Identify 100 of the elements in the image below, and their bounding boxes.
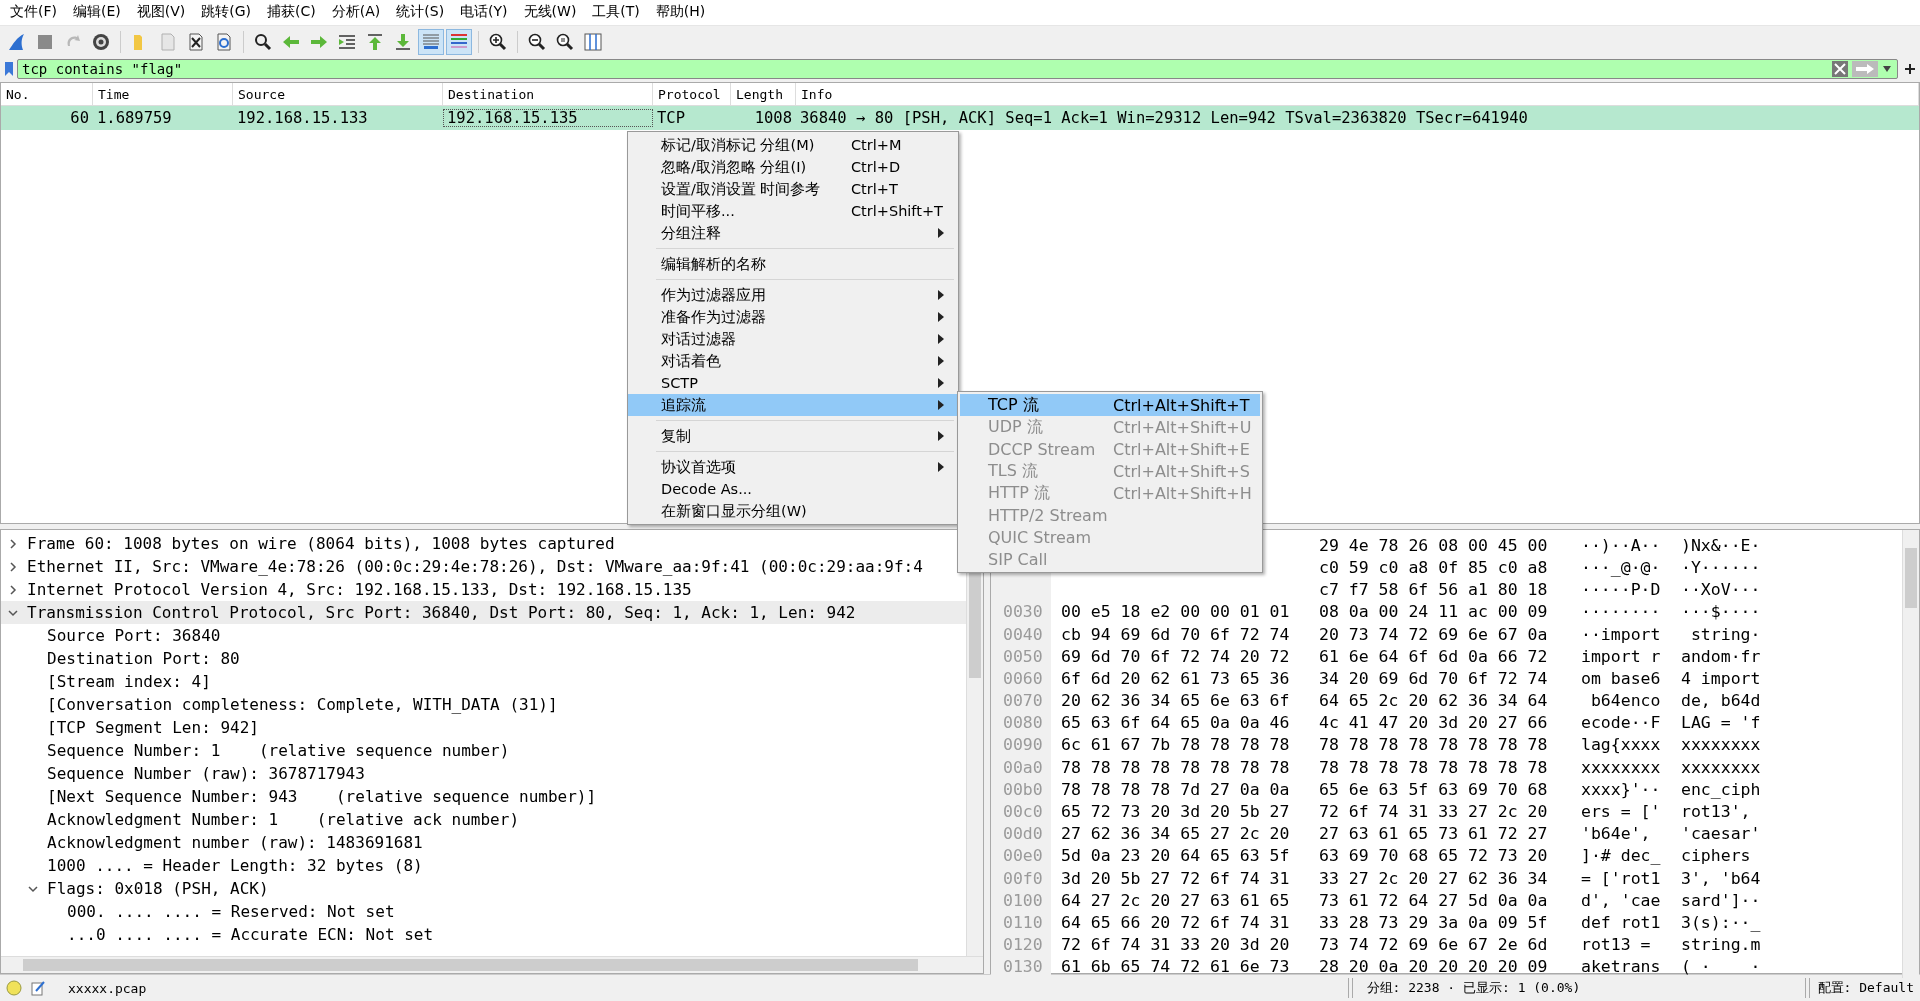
ascii-text: aketrans xyxy=(1581,957,1661,977)
hex-bytes: 65 72 73 20 3d 20 5b 27 xyxy=(1061,802,1290,822)
tree-item[interactable]: Frame 60: 1008 bytes on wire (8064 bits), 1008 bytes captured xyxy=(27,534,615,554)
tree-item[interactable]: [Conversation completeness: Complete, WITH_DATA (31)] xyxy=(47,695,558,715)
table-cell-text: 60 xyxy=(69,109,90,128)
packet-count: 分组: 2238 · 已显示: 1 (0.0%) xyxy=(1365,979,1582,998)
hex-bytes: 6f 6d 20 62 61 73 65 36 xyxy=(1061,668,1290,688)
ascii-text: import r xyxy=(1581,646,1661,666)
menu-item[interactable]: TCP 流 Ctrl+Alt+Shift+T xyxy=(960,394,1260,416)
add-icon[interactable] xyxy=(1904,62,1916,75)
byte-offset: 00b0 xyxy=(1003,779,1043,799)
menu-item[interactable]: 忽略/取消忽略 分组(I) Ctrl+D xyxy=(628,156,958,178)
menu-item[interactable]: 无线(W) xyxy=(515,1,585,24)
menu-item[interactable]: 追踪流 xyxy=(628,394,958,416)
menu-item[interactable]: 视图(V) xyxy=(128,1,194,24)
tree-item[interactable]: 000. .... .... = Reserved: Not set xyxy=(67,902,395,922)
menu-item[interactable]: 对话过滤器 xyxy=(628,328,958,350)
tree-item[interactable]: Sequence Number (raw): 3678717943 xyxy=(47,764,365,784)
hex-bytes: 4c 41 47 20 3d 20 27 66 xyxy=(1319,713,1548,733)
ascii-text: LAG = 'f xyxy=(1681,713,1761,733)
ascii-text: string.m xyxy=(1681,935,1761,955)
hex-bytes: 78 78 78 78 78 78 78 78 xyxy=(1061,757,1290,777)
tree-item[interactable]: ...0 .... .... = Accurate ECN: Not set xyxy=(67,925,434,945)
hex-bytes: 64 27 2c 20 27 63 61 65 xyxy=(1061,890,1290,910)
tree-item[interactable]: Destination Port: 80 xyxy=(47,649,240,669)
tree-item[interactable]: Sequence Number: 1 (relative sequence number) xyxy=(47,741,510,761)
ascii-text: sard']·· xyxy=(1681,890,1761,910)
table-cell-text: 1008 xyxy=(753,109,793,128)
menu-item[interactable]: 分析(A) xyxy=(323,1,389,24)
menu-item[interactable]: 文件(F) xyxy=(2,1,65,24)
ascii-text: d', 'cae xyxy=(1581,890,1661,910)
hex-bytes: 69 6d 70 6f 72 74 20 72 xyxy=(1061,646,1290,666)
bookmark-icon[interactable] xyxy=(4,60,14,77)
ascii-text: def rot1 xyxy=(1581,912,1661,932)
menu-item[interactable]: 对话着色 xyxy=(628,350,958,372)
hex-bytes: 6c 61 67 7b 78 78 78 78 xyxy=(1061,735,1290,755)
profile-label[interactable]: 配置: Default xyxy=(1817,979,1920,998)
byte-offset: 0130 xyxy=(1003,957,1043,977)
table-cell-text: 1.689759 xyxy=(96,109,173,128)
column-header[interactable]: No. xyxy=(1,83,93,106)
ascii-text: xxxxxxxx xyxy=(1581,757,1661,777)
tree-item[interactable]: Acknowledgment number (raw): 1483691681 xyxy=(47,833,423,853)
ascii-text: 'b64e', xyxy=(1581,824,1652,844)
menu-item[interactable]: Decode As... xyxy=(628,478,958,500)
ascii-text: lag{xxxx xyxy=(1581,735,1661,755)
column-header[interactable]: Time xyxy=(93,83,233,106)
hex-bytes: 00 e5 18 e2 00 00 01 01 xyxy=(1061,602,1290,622)
hex-bytes: 5d 0a 23 20 64 65 63 5f xyxy=(1061,846,1290,866)
tree-item[interactable]: [Stream index: 4] xyxy=(47,672,211,692)
expand-chevron-icon[interactable] xyxy=(7,560,19,573)
column-header[interactable]: Destination xyxy=(443,83,653,106)
menu-item[interactable]: 分组注释 xyxy=(628,222,958,244)
menu-item[interactable]: 设置/取消设置 时间参考 Ctrl+T xyxy=(628,178,958,200)
hex-bytes: 63 69 70 68 65 72 73 20 xyxy=(1319,846,1548,866)
menu-item[interactable]: 工具(T) xyxy=(584,1,648,24)
column-header[interactable]: Length xyxy=(731,83,796,106)
menu-item[interactable]: 跳转(G) xyxy=(193,1,260,24)
column-header[interactable]: Info xyxy=(796,83,1919,106)
horizontal-scrollbar[interactable] xyxy=(1,956,983,974)
tree-item[interactable]: Acknowledgment Number: 1 (relative ack number) xyxy=(47,810,519,830)
menu-item[interactable]: 在新窗口显示分组(W) xyxy=(628,500,958,522)
tree-item[interactable]: Internet Protocol Version 4, Src: 192.168.15.133, Dst: 192.168.15.135 xyxy=(27,580,692,600)
menu-item[interactable]: 协议首选项 xyxy=(628,456,958,478)
byte-offset: 0060 xyxy=(1003,668,1043,688)
ascii-text: ( · · xyxy=(1681,957,1761,977)
tree-item[interactable]: Ethernet II, Src: VMware_4e:78:26 (00:0c:29:4e:78:26), Dst: VMware_aa:9f:41 (00:0c:29:aa:9f:4 xyxy=(27,557,923,577)
menu-item[interactable]: 编辑(E) xyxy=(65,1,129,24)
tree-item[interactable]: 1000 .... = Header Length: 32 bytes (8) xyxy=(47,856,423,876)
hex-bytes: 65 6e 63 5f 63 69 70 68 xyxy=(1319,779,1548,799)
menu-item[interactable]: 电话(Y) xyxy=(452,1,516,24)
menu-item[interactable]: SCTP xyxy=(628,372,958,394)
vertical-scrollbar[interactable] xyxy=(1902,530,1919,978)
hex-bytes: 78 78 78 78 78 78 78 78 xyxy=(1319,735,1548,755)
packet-row[interactable]: 60 1.689759 192.168.15.133 192.168.15.135 TCP 1008 36840 → 80 [PSH, ACK] Seq=1 Ack=1 Win=29312 Len=942 TSval=2363820 TSecr=641940 xyxy=(1,106,1919,131)
pencil-icon[interactable] xyxy=(30,980,46,997)
column-header[interactable]: Source xyxy=(233,83,443,106)
display-filter-input[interactable]: tcp contains "flag" xyxy=(17,58,1898,79)
tree-item[interactable]: Source Port: 36840 xyxy=(47,626,221,646)
column-header[interactable]: Protocol xyxy=(653,83,731,106)
menu-item[interactable]: 编辑解析的名称 xyxy=(628,253,958,275)
menu-item[interactable]: 捕获(C) xyxy=(259,1,324,24)
tree-item[interactable]: [TCP Segment Len: 942] xyxy=(47,718,259,738)
hex-bytes: 73 74 72 69 6e 67 2e 6d xyxy=(1319,935,1548,955)
menu-item[interactable]: 复制 xyxy=(628,425,958,447)
menu-item[interactable]: 统计(S) xyxy=(388,1,453,24)
menu-item[interactable]: 标记/取消标记 分组(M) Ctrl+M xyxy=(628,134,958,156)
menu-item[interactable]: 作为过滤器应用 xyxy=(628,284,958,306)
hex-bytes: 33 27 2c 20 27 62 36 34 xyxy=(1319,868,1548,888)
expand-chevron-icon[interactable] xyxy=(7,537,19,550)
ascii-text: ··)··A·· xyxy=(1581,535,1661,555)
menu-item[interactable]: 帮助(H) xyxy=(647,1,714,24)
tree-item[interactable]: Flags: 0x018 (PSH, ACK) xyxy=(47,879,269,899)
menu-item[interactable]: 准备作为过滤器 xyxy=(628,306,958,328)
dropdown-caret-icon[interactable] xyxy=(1882,65,1892,72)
tree-item[interactable]: [Next Sequence Number: 943 (relative sequence number)] xyxy=(47,787,597,807)
ascii-text: ers = [' xyxy=(1581,802,1661,822)
expand-chevron-icon[interactable] xyxy=(7,583,19,596)
menu-item[interactable]: 时间平移... Ctrl+Shift+T xyxy=(628,200,958,222)
colorize-icon[interactable] xyxy=(446,28,472,55)
autoscroll-icon[interactable] xyxy=(418,28,444,55)
